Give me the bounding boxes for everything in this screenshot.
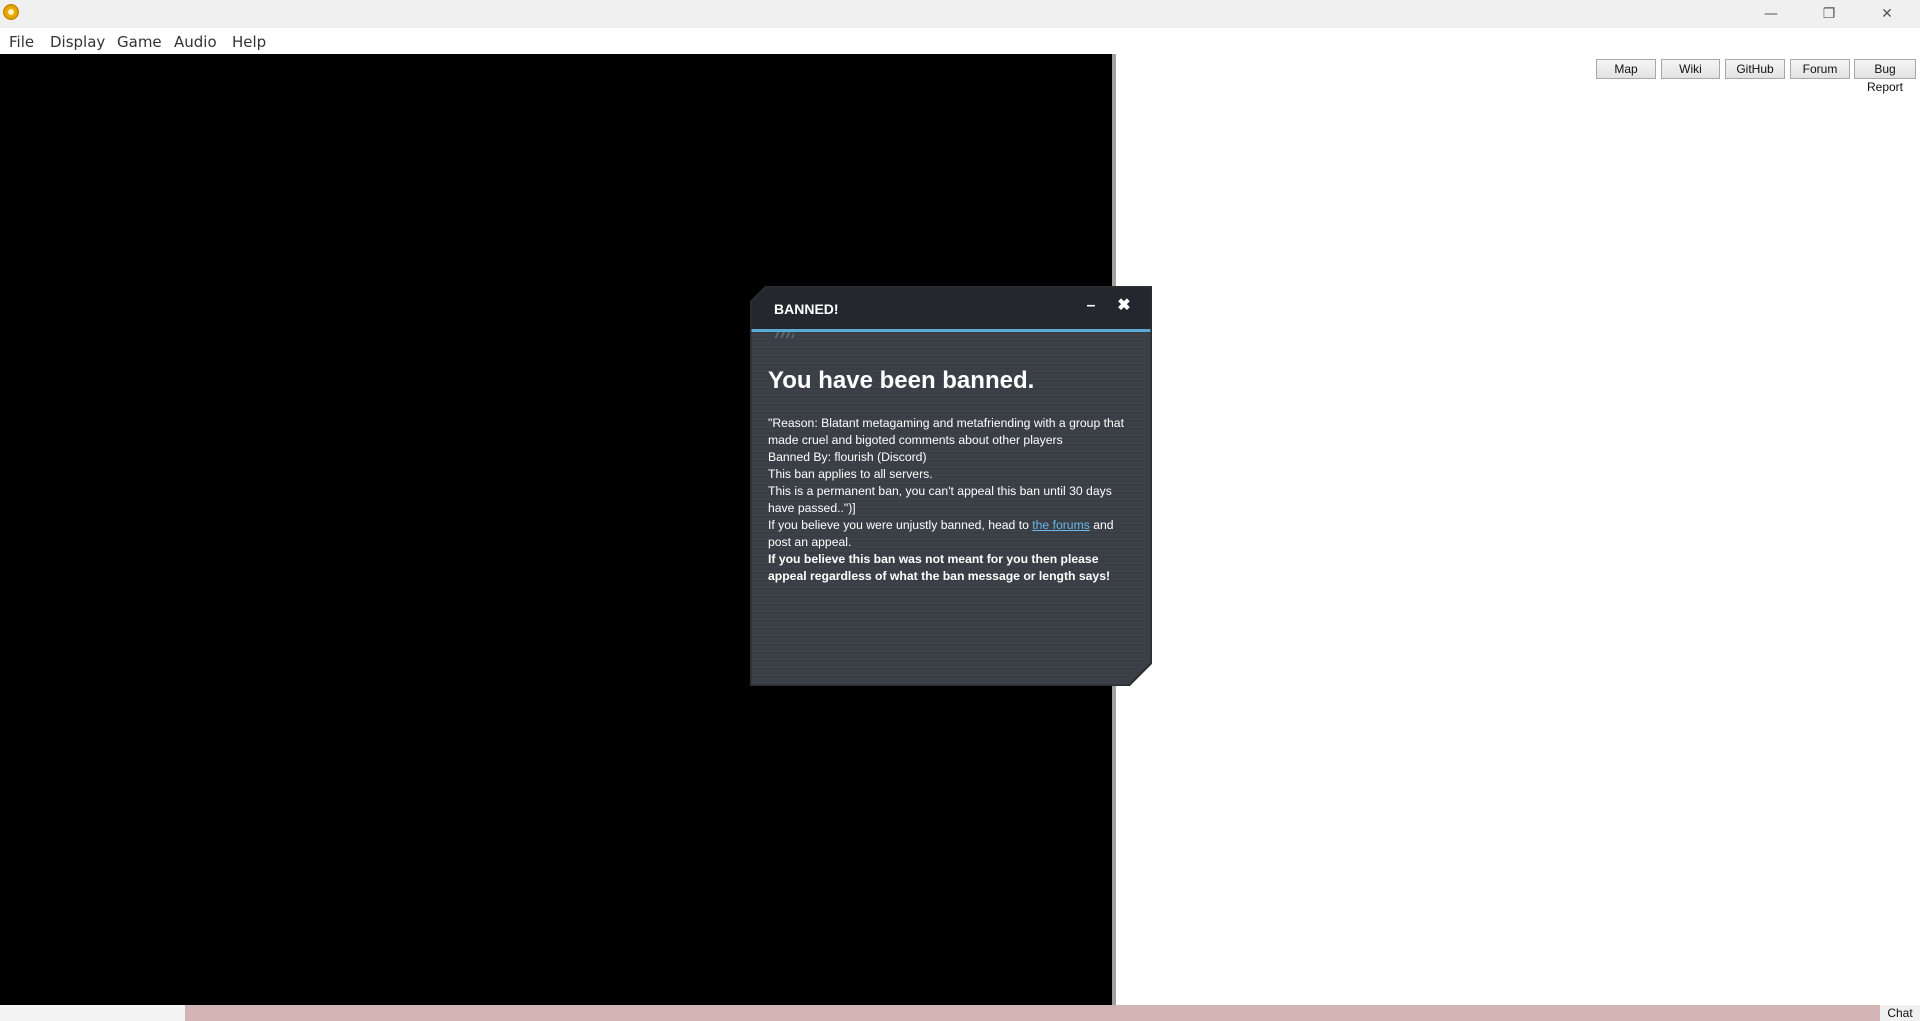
appeal-warning: If you believe this ban was not meant fo…	[768, 552, 1111, 583]
status-progress-area	[0, 1005, 185, 1021]
menu-file[interactable]: File	[9, 33, 34, 51]
forums-link[interactable]: the forums	[1032, 518, 1090, 532]
dialog-header[interactable]: BANNED! – ✖	[750, 286, 1152, 329]
dialog-close-button[interactable]: ✖	[1114, 296, 1134, 316]
dialog-content: You have been banned. "Reason: Blatant m…	[768, 366, 1138, 585]
ban-dialog: BANNED! – ✖ You have been banned. "Reaso…	[750, 286, 1152, 686]
dialog-minimize-button[interactable]: –	[1081, 296, 1101, 316]
github-button[interactable]: GitHub	[1725, 59, 1785, 79]
bug-report-button[interactable]: Bug Report	[1854, 59, 1916, 94]
menu-help[interactable]: Help	[232, 33, 266, 51]
appeal-prefix: If you believe you were unjustly banned,…	[768, 518, 1033, 532]
forum-button[interactable]: Forum	[1790, 59, 1850, 79]
ban-scope: This ban applies to all servers.	[768, 467, 933, 481]
ban-reason: "Reason: Blatant metagaming and metafrie…	[768, 416, 1124, 447]
dialog-stripes-decoration	[774, 332, 794, 338]
dialog-accent-line	[750, 329, 1152, 332]
appeal-instructions: If you believe you were unjustly banned,…	[768, 517, 1138, 551]
menu-display[interactable]: Display	[50, 33, 105, 51]
ban-heading: You have been banned.	[768, 367, 1035, 394]
window-close-button[interactable]: ✕	[1858, 0, 1916, 28]
chat-tab[interactable]: Chat	[1880, 1005, 1920, 1021]
status-bar: Chat	[0, 1005, 1920, 1021]
output-pane	[1116, 54, 1920, 1005]
title-bar: — ❐ ✕	[0, 0, 1920, 28]
map-button[interactable]: Map	[1596, 59, 1656, 79]
dialog-title: BANNED!	[774, 301, 839, 317]
wiki-button[interactable]: Wiki	[1661, 59, 1720, 79]
app-logo-icon	[3, 4, 19, 20]
ban-duration: This is a permanent ban, you can't appea…	[768, 484, 1112, 515]
menu-game[interactable]: Game	[117, 33, 162, 51]
menu-audio[interactable]: Audio	[174, 33, 217, 51]
window-restore-button[interactable]: ❐	[1800, 0, 1858, 28]
menu-bar: File Display Game Audio Help	[0, 28, 1920, 54]
banned-by: Banned By: flourish (Discord)	[768, 450, 927, 464]
window-minimize-button[interactable]: —	[1742, 0, 1800, 28]
